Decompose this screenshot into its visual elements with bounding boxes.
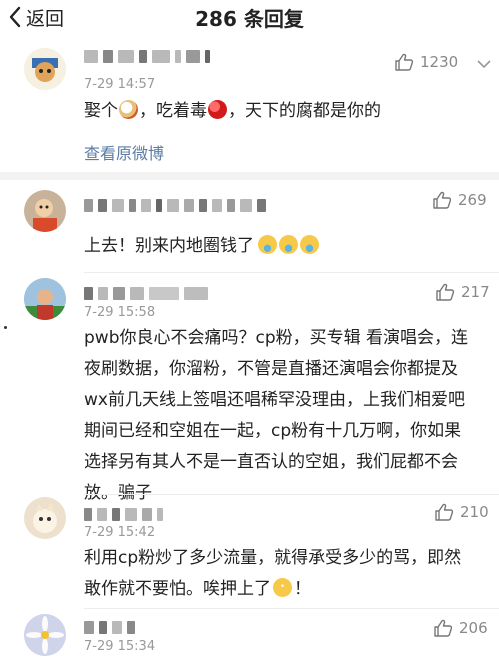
avatar[interactable] bbox=[24, 48, 66, 90]
avatar-image bbox=[24, 190, 66, 232]
apple-emoji-icon bbox=[208, 100, 227, 119]
reply-line: wx前几天线上签唱还唱稀罕没理由，上我们相爱吧 bbox=[84, 390, 465, 410]
avatar-image bbox=[24, 497, 66, 539]
reply-time: 7-29 15:42 bbox=[84, 525, 156, 540]
reply-line: 选择另有其人不是一直否认的空姐，我们屁都不会 bbox=[84, 452, 458, 472]
reply-separator bbox=[84, 608, 499, 609]
thumbs-up-icon bbox=[433, 191, 452, 209]
username-masked[interactable] bbox=[84, 507, 163, 521]
thumbs-up-icon bbox=[434, 619, 453, 637]
like-button[interactable]: 269 bbox=[432, 191, 487, 209]
avatar-image bbox=[24, 614, 66, 656]
upside-down-face-emoji-icon bbox=[273, 578, 292, 597]
like-count: 269 bbox=[458, 191, 487, 209]
bullet-dot bbox=[4, 326, 7, 329]
reply-text-part: 上去！别来内地圈钱了 bbox=[84, 236, 254, 256]
username-masked[interactable] bbox=[84, 198, 266, 212]
section-divider bbox=[0, 172, 499, 180]
like-button[interactable]: 210 bbox=[434, 503, 489, 521]
reply-line: 敢作就不要怕。唉押上了 ！ bbox=[84, 574, 461, 605]
avatar[interactable] bbox=[24, 614, 66, 656]
username-masked[interactable] bbox=[84, 286, 208, 300]
like-button[interactable]: 217 bbox=[435, 283, 490, 301]
reply-line: 期间已经和空姐在一起，cp粉有十几万啊，你如果 bbox=[84, 421, 462, 441]
view-original-link[interactable]: 查看原微博 bbox=[84, 140, 164, 164]
like-count: 206 bbox=[459, 619, 488, 637]
crying-emoji-icon bbox=[300, 235, 319, 254]
comment-text-part: 娶个 bbox=[84, 101, 118, 121]
reply-time: 7-29 15:58 bbox=[84, 305, 156, 320]
like-button[interactable]: 1230 bbox=[394, 53, 458, 71]
reply-text: 上去！别来内地圈钱了 bbox=[84, 231, 320, 262]
comment-text: 娶个 ，吃着毒 ，天下的腐都是你的 bbox=[84, 96, 381, 127]
like-count: 1230 bbox=[420, 53, 459, 71]
avatar-image bbox=[24, 278, 66, 320]
reply-text: 利用cp粉炒了多少流量，就得承受多少的骂，即然 敢作就不要怕。唉押上了 ！ bbox=[84, 543, 461, 605]
reply-time: 7-29 15:34 bbox=[84, 639, 156, 654]
reply-line: pwb你良心不会痛吗？cp粉，买专辑 看演唱会，连 bbox=[84, 328, 469, 348]
like-button[interactable]: 206 bbox=[433, 619, 488, 637]
reply-text: pwb你良心不会痛吗？cp粉，买专辑 看演唱会，连 夜刷数据，你溜粉，不管是直播… bbox=[84, 323, 468, 509]
main-comment: 7-29 14:57 1230 娶个 ，吃着毒 ，天下的腐都是你的 查看原微博 bbox=[0, 36, 499, 172]
like-count: 217 bbox=[461, 283, 490, 301]
reply-line: 利用cp粉炒了多少流量，就得承受多少的骂，即然 bbox=[84, 548, 462, 568]
comment-text-part: ，吃着毒 bbox=[139, 101, 207, 121]
crying-emoji-icon bbox=[279, 235, 298, 254]
reply-separator bbox=[84, 494, 499, 495]
username-masked[interactable] bbox=[84, 620, 135, 634]
avatar-image bbox=[24, 48, 66, 90]
crying-emoji-icon bbox=[258, 235, 277, 254]
chicken-emoji-icon bbox=[119, 100, 138, 119]
username-masked[interactable] bbox=[84, 49, 210, 63]
comment-text-part: ，天下的腐都是你的 bbox=[228, 101, 381, 121]
chevron-down-icon[interactable] bbox=[476, 59, 492, 69]
thumbs-up-icon bbox=[395, 53, 414, 71]
reply-line: 夜刷数据，你溜粉，不管是直播还演唱会你都提及 bbox=[84, 359, 458, 379]
page-title: 286 条回复 bbox=[195, 7, 304, 31]
like-count: 210 bbox=[460, 503, 489, 521]
avatar[interactable] bbox=[24, 278, 66, 320]
reply-text-part: 敢作就不要怕。唉押上了 bbox=[84, 579, 271, 599]
reply-separator bbox=[84, 272, 499, 273]
avatar[interactable] bbox=[24, 497, 66, 539]
reply-text-part: ！ bbox=[294, 579, 311, 599]
thumbs-up-icon bbox=[436, 283, 455, 301]
comment-time: 7-29 14:57 bbox=[84, 77, 156, 92]
avatar[interactable] bbox=[24, 190, 66, 232]
top-bar: 返回 286 条回复 bbox=[0, 0, 499, 36]
thumbs-up-icon bbox=[435, 503, 454, 521]
